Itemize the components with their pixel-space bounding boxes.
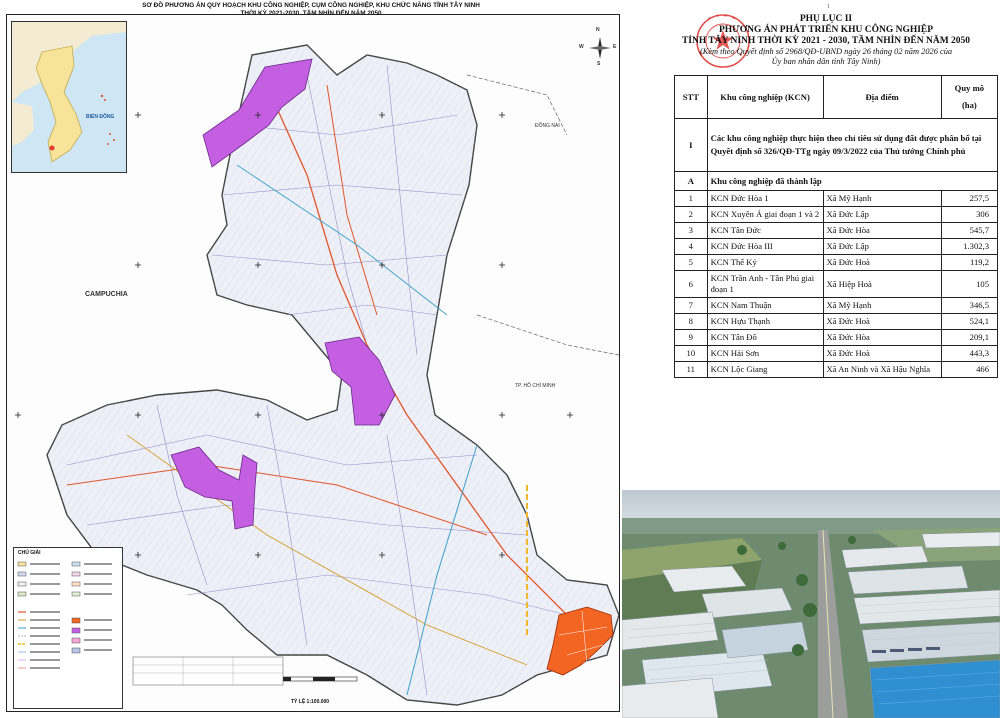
row-location: Xã Đức Hoà	[822, 345, 942, 362]
section-row-A: A Khu công nghiệp đã thành lập	[674, 171, 999, 191]
inset-location-map: BIỂN ĐÔNG	[11, 21, 127, 173]
row-area: 1.302,3	[940, 238, 999, 255]
header-area: Quy mô (ha)	[940, 75, 999, 119]
row-stt: 7	[674, 297, 708, 314]
row-area: 209,1	[940, 329, 999, 346]
table-row: 3 KCN Tân Đức Xã Đức Hòa 545,7	[674, 222, 999, 239]
row-stt: 4	[674, 238, 708, 255]
table-row: 6 KCN Trần Anh - Tân Phú giai đoạn 1 Xã Hi…	[674, 270, 999, 298]
row-area: 466	[940, 361, 999, 378]
row-location: Xã Đức Hoà	[822, 313, 942, 330]
row-name: KCN Tân Đô	[706, 329, 824, 346]
industrial-zone-table: STT Khu công nghiệp (KCN) Địa điểm Quy m…	[674, 75, 999, 378]
appendix-document: 1 PHỤ LỤC II PHƯƠNG ÁN PHÁT TRIỂN KHU CÔ…	[622, 0, 1000, 490]
row-name: KCN Lộc Giang	[706, 361, 824, 378]
row-name: KCN Đức Hòa III	[706, 238, 824, 255]
row-stt: 9	[674, 329, 708, 346]
row-area: 545,7	[940, 222, 999, 239]
row-stt: 6	[674, 270, 708, 298]
document-heading: PHỤ LỤC II PHƯƠNG ÁN PHÁT TRIỂN KHU CÔNG…	[652, 14, 1000, 67]
label-bien-dong: BIỂN ĐÔNG	[86, 114, 115, 120]
table-row: 1 KCN Đức Hòa 1 Xã Mỹ Hạnh 257,5	[674, 190, 999, 207]
header-stt: STT	[674, 75, 708, 119]
map-legend: CHÚ GIẢI	[13, 547, 123, 709]
row-area: 257,5	[940, 190, 999, 207]
row-location: Xã Mỹ Hạnh	[822, 297, 942, 314]
compass-south: S	[597, 61, 601, 67]
decision-note: (Kèm theo Quyết định số 2968/QĐ-UBND ngà…	[699, 47, 953, 56]
compass-north: N	[596, 27, 600, 33]
plan-subtitle: TỈNH TÂY NINH THỜI KỲ 2021 - 2030, TẦM N…	[681, 36, 971, 46]
header-area-line1: Quy mô	[954, 83, 985, 93]
row-stt: 2	[674, 206, 708, 223]
row-stt: 3	[674, 222, 708, 239]
row-name: KCN Trần Anh - Tân Phú giai đoạn 1	[706, 270, 824, 298]
issuer-note: Ủy ban nhân dân tỉnh Tây Ninh)	[771, 57, 881, 66]
row-stt: 5	[674, 254, 708, 271]
section-stt: A	[674, 171, 708, 191]
row-name: KCN Xuyên Á giai đoạn 1 và 2	[706, 206, 824, 223]
row-area: 346,5	[940, 297, 999, 314]
header-location: Địa điểm	[822, 75, 942, 119]
row-stt: 10	[674, 345, 708, 362]
table-row: 10 KCN Hải Sơn Xã Đức Hoà 443,3	[674, 345, 999, 362]
appendix-title: PHỤ LỤC II	[799, 14, 853, 24]
row-stt: 1	[674, 190, 708, 207]
row-location: Xã An Ninh và Xã Hậu Nghĩa	[822, 361, 942, 378]
section-stt: I	[674, 118, 708, 172]
compass-icon	[589, 37, 611, 59]
map-scale: TỶ LỆ 1:100.000	[291, 699, 330, 705]
row-location: Xã Đức Lập	[822, 206, 942, 223]
planning-map-panel: SƠ ĐỒ PHƯƠNG ÁN QUY HOẠCH KHU CÔNG NGHIỆ…	[0, 0, 622, 718]
row-area: 524,1	[940, 313, 999, 330]
map-frame: BIỂN ĐÔNG CAMPUCHIA ĐỒNG NAI TP. HỒ CHÍ …	[6, 14, 620, 712]
label-dong-nai: ĐỒNG NAI	[535, 123, 560, 129]
table-row: 11 KCN Lộc Giang Xã An Ninh và Xã Hậu Nghĩ…	[674, 361, 999, 378]
row-area: 105	[940, 270, 999, 298]
row-name: KCN Nam Thuận	[706, 297, 824, 314]
compass-west: W	[579, 44, 584, 50]
table-row: 4 KCN Đức Hòa III Xã Đức Lập 1.302,3	[674, 238, 999, 255]
aerial-photo-image	[622, 490, 1000, 718]
section-text: Khu công nghiệp đã thành lập	[706, 171, 999, 191]
compass-east: E	[613, 44, 617, 50]
label-campuchia: CAMPUCHIA	[85, 291, 128, 298]
row-area: 119,2	[940, 254, 999, 271]
row-name: KCN Đức Hòa 1	[706, 190, 824, 207]
header-area-line2: (ha)	[961, 100, 977, 110]
row-name: KCN Tân Đức	[706, 222, 824, 239]
table-row: 2 KCN Xuyên Á giai đoạn 1 và 2 Xã Đức Lập 3…	[674, 206, 999, 223]
header-name: Khu công nghiệp (KCN)	[706, 75, 824, 119]
row-area: 443,3	[940, 345, 999, 362]
row-location: Xã Mỹ Hạnh	[822, 190, 942, 207]
table-row: 8 KCN Hựu Thạnh Xã Đức Hoà 524,1	[674, 313, 999, 330]
table-header-row: STT Khu công nghiệp (KCN) Địa điểm Quy m…	[674, 75, 999, 119]
map-title-line1: SƠ ĐỒ PHƯƠNG ÁN QUY HOẠCH KHU CÔNG NGHIỆ…	[142, 2, 480, 9]
page-number: 1	[827, 4, 830, 10]
row-stt: 8	[674, 313, 708, 330]
section-text: Các khu công nghiệp thực hiện theo chỉ t…	[706, 118, 999, 172]
row-name: KCN Hải Sơn	[706, 345, 824, 362]
plan-title: PHƯƠNG ÁN PHÁT TRIỂN KHU CÔNG NGHIỆP	[718, 25, 934, 35]
section-row-I: I Các khu công nghiệp thực hiện theo chỉ…	[674, 118, 999, 172]
row-stt: 11	[674, 361, 708, 378]
row-name: KCN Hựu Thạnh	[706, 313, 824, 330]
table-row: 7 KCN Nam Thuận Xã Mỹ Hạnh 346,5	[674, 297, 999, 314]
row-location: Xã Đức Hòa	[822, 222, 942, 239]
industrial-park-aerial-photo	[622, 490, 1000, 718]
table-row: 5 KCN Thế Kỷ Xã Đức Hoà 119,2	[674, 254, 999, 271]
row-location: Xã Đức Lập	[822, 238, 942, 255]
row-location: Xã Đức Hòa	[822, 329, 942, 346]
row-location: Xã Hiệp Hoà	[822, 270, 942, 298]
table-row: 9 KCN Tân Đô Xã Đức Hòa 209,1	[674, 329, 999, 346]
row-location: Xã Đức Hoà	[822, 254, 942, 271]
row-area: 306	[940, 206, 999, 223]
label-hcm: TP. HỒ CHÍ MINH	[515, 383, 556, 389]
row-name: KCN Thế Kỷ	[706, 254, 824, 271]
